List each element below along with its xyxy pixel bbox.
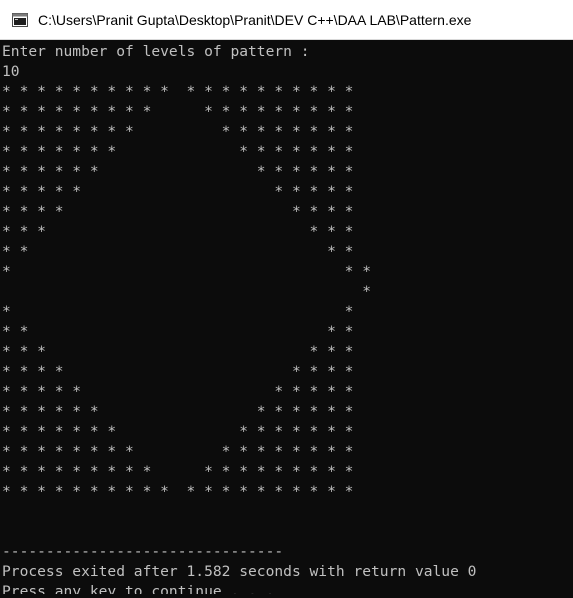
- console-line: * * * * * * * * * * * * * * * * * * * *: [2, 483, 354, 500]
- console-line: * *: [2, 303, 354, 320]
- console-line: --------------------------------: [2, 543, 284, 560]
- console-line: * * * * * * * * * * * * * * * *: [2, 443, 354, 460]
- console-line: * * * * * * * * * * * *: [2, 163, 354, 180]
- console-window: C:\Users\Pranit Gupta\Desktop\Pranit\DEV…: [0, 0, 573, 598]
- console-line: * * *: [2, 263, 372, 280]
- console-line: Press any key to continue . . .: [2, 583, 275, 594]
- console-line: * * * * * * * *: [2, 363, 354, 380]
- console-line: Enter number of levels of pattern :: [2, 43, 310, 60]
- console-line: * * * * * * * * * * * *: [2, 403, 354, 420]
- console-line: * * * *: [2, 243, 354, 260]
- console-output[interactable]: Enter number of levels of pattern : 10 * *…: [2, 42, 571, 594]
- console-line: * * * * * * * * * * * * * *: [2, 423, 354, 440]
- console-line: * * * *: [2, 323, 354, 340]
- console-line: * * * * * * * * * * * * * * * *: [2, 123, 354, 140]
- console-line: * * * * * * * * * * * * * * * * * *: [2, 463, 354, 480]
- console-line: *: [2, 283, 372, 300]
- console-line: * * * * * * * * * *: [2, 183, 354, 200]
- console-line: 10: [2, 63, 20, 80]
- console-line: * * * * * * * * * * * * * * * * * *: [2, 103, 354, 120]
- console-line: Process exited after 1.582 seconds with …: [2, 563, 477, 580]
- console-line: * * * * * * * * * *: [2, 383, 354, 400]
- console-line: * * * * * * * * * * * * * * * * * * * *: [2, 83, 354, 100]
- window-title: C:\Users\Pranit Gupta\Desktop\Pranit\DEV…: [38, 12, 472, 28]
- console-line: * * * * * *: [2, 223, 354, 240]
- console-app-icon: [12, 13, 28, 27]
- console-line: * * * * * * * *: [2, 203, 354, 220]
- title-bar[interactable]: C:\Users\Pranit Gupta\Desktop\Pranit\DEV…: [0, 0, 573, 40]
- console-line: * * * * * * * * * * * * * *: [2, 143, 354, 160]
- console-line: * * * * * *: [2, 343, 354, 360]
